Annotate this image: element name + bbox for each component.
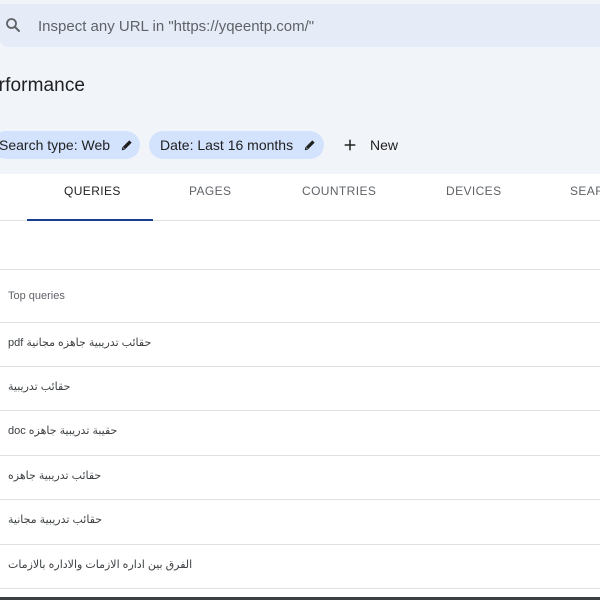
active-tab-indicator (27, 219, 153, 221)
tab-queries[interactable]: QUERIES (64, 184, 121, 198)
divider (0, 269, 600, 270)
table-row[interactable]: حقائب تدريبية مجانية (0, 499, 600, 543)
query-text: doc حقيبة تدريبية جاهزه (8, 425, 118, 437)
add-filter-label: New (370, 137, 399, 153)
url-inspection-bar[interactable] (0, 4, 600, 47)
pencil-icon (304, 140, 315, 151)
tab-devices[interactable]: DEVICES (446, 184, 501, 198)
divider (0, 588, 600, 589)
performance-card: QUERIES PAGES COUNTRIES DEVICES SEAR Top… (0, 174, 600, 600)
tab-countries[interactable]: COUNTRIES (302, 184, 376, 198)
search-icon (6, 18, 20, 32)
table-row[interactable]: الفرق بين اداره الازمات والاداره بالازما… (0, 544, 600, 588)
table-row[interactable]: pdf حقائب تدريبية جاهزه مجانية (0, 322, 600, 366)
tab-pages[interactable]: PAGES (189, 184, 231, 198)
date-range-chip[interactable]: Date: Last 16 months (149, 131, 324, 159)
date-range-label: Date: Last 16 months (160, 137, 294, 153)
search-type-chip[interactable]: Search type: Web (0, 131, 140, 159)
query-text: حقائب تدريبية مجانية (8, 514, 103, 526)
table-row[interactable]: حقائب تدريبية (0, 366, 600, 410)
query-text: pdf حقائب تدريبية جاهزه مجانية (8, 337, 152, 349)
query-text: الفرق بين اداره الازمات والاداره بالازما… (8, 559, 193, 571)
tab-search-appearance[interactable]: SEAR (570, 184, 600, 198)
dimension-tabs: QUERIES PAGES COUNTRIES DEVICES SEAR (0, 174, 600, 221)
url-inspection-input[interactable] (38, 12, 578, 40)
table-row[interactable]: doc حقيبة تدريبية جاهزه (0, 410, 600, 454)
pencil-icon (121, 140, 132, 151)
query-text: حقائب تدريبية (8, 381, 71, 393)
page-title: erformance (0, 75, 86, 96)
table-row[interactable]: حقائب تدريبية جاهزه (0, 455, 600, 499)
search-type-label: Search type: Web (0, 137, 111, 153)
query-text: حقائب تدريبية جاهزه (8, 470, 102, 482)
table-header-top-queries: Top queries (8, 290, 65, 302)
add-filter-button[interactable]: New (340, 131, 398, 159)
plus-icon (344, 139, 356, 151)
